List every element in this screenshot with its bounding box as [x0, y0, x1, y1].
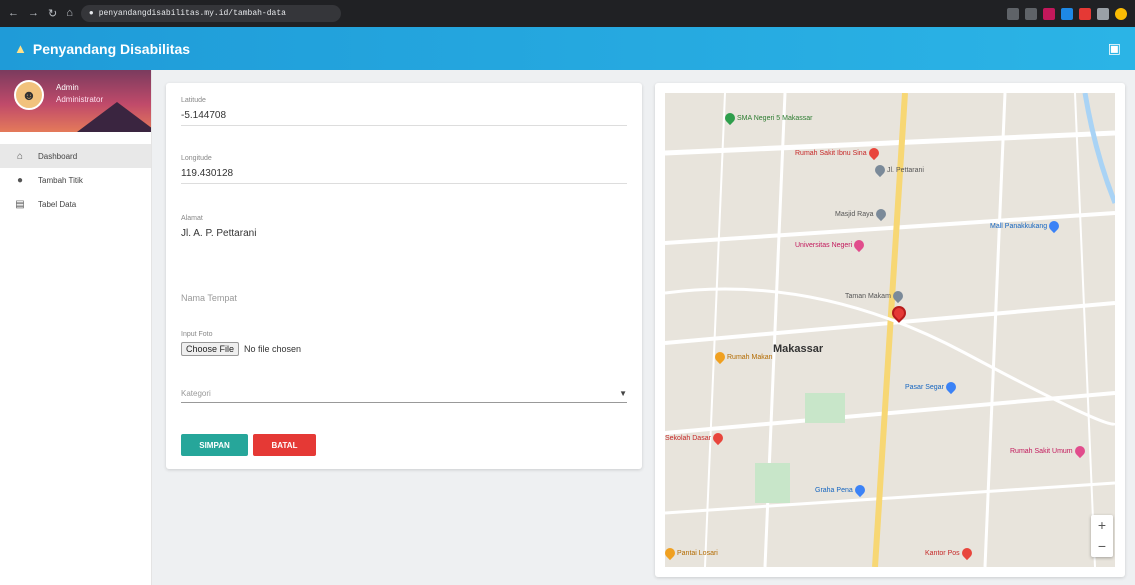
sidebar-item-label: Tambah Titik: [38, 175, 83, 185]
user-profile: ☻ Admin Administrator: [0, 70, 151, 132]
zoom-out-button[interactable]: −: [1098, 536, 1106, 557]
map-poi[interactable]: Masjid Raya: [835, 206, 888, 222]
latitude-input[interactable]: -5.144708: [181, 110, 627, 126]
extension-icon[interactable]: [1025, 7, 1037, 20]
location-pin-icon: ●: [16, 174, 24, 186]
address-bar[interactable]: ● penyandangdisabilitas.my.id/tambah-dat…: [80, 5, 341, 22]
longitude-field[interactable]: Longitude 119.430128: [181, 155, 627, 184]
map-poi[interactable]: Graha Pena: [815, 482, 867, 498]
home-icon: ⌂: [16, 150, 24, 162]
avatar: ☻: [14, 80, 44, 110]
app-header: ▲ Penyandang Disabilitas ▣: [0, 27, 1135, 70]
exit-icon[interactable]: ▣: [1108, 40, 1121, 57]
city-label: Makassar: [773, 343, 824, 355]
map-poi[interactable]: Sekolah Dasar: [665, 430, 725, 446]
cancel-button[interactable]: BATAL: [253, 434, 316, 456]
extension-icon[interactable]: [1043, 7, 1055, 20]
reload-icon[interactable]: ↻: [48, 7, 57, 20]
place-name-field[interactable]: Nama Tempat: [181, 293, 627, 303]
latitude-label: Latitude: [181, 97, 206, 104]
map-poi[interactable]: Jl. Pettarani: [872, 162, 924, 178]
map-poi[interactable]: Rumah Makan: [712, 349, 773, 365]
back-icon[interactable]: ←: [8, 7, 19, 20]
user-name: Admin: [56, 83, 79, 92]
profile-icon[interactable]: [1115, 7, 1127, 20]
sidebar-menu: ⌂ Dashboard ● Tambah Titik ▤ Tabel Data: [0, 144, 151, 216]
extension-icon[interactable]: [1007, 7, 1019, 20]
photo-label: Input Foto: [181, 331, 213, 338]
sidebar: ☻ Admin Administrator ⌂ Dashboard ● Tamb…: [0, 70, 152, 585]
extension-icon[interactable]: [1097, 7, 1109, 20]
extension-icon[interactable]: [1061, 7, 1073, 20]
forward-icon[interactable]: →: [28, 7, 39, 20]
map-poi[interactable]: Mall Panakkukang: [990, 218, 1062, 234]
table-icon: ▤: [15, 198, 25, 210]
map-poi[interactable]: Kantor Pos: [925, 545, 974, 561]
longitude-input[interactable]: 119.430128: [181, 168, 627, 184]
zoom-in-button[interactable]: +: [1098, 515, 1106, 536]
extension-icon[interactable]: [1079, 7, 1091, 20]
fan-icon: ▲: [14, 41, 27, 56]
map-poi[interactable]: Pasar Segar: [905, 379, 958, 395]
category-select[interactable]: Kategori ▼: [181, 389, 627, 403]
sidebar-item-label: Dashboard: [38, 151, 78, 161]
sidebar-item-tambah-titik[interactable]: ● Tambah Titik: [0, 168, 151, 192]
sidebar-item-label: Tabel Data: [38, 199, 77, 209]
map-poi[interactable]: Rumah Sakit Umum: [1010, 443, 1087, 459]
save-button[interactable]: SIMPAN: [181, 434, 248, 456]
place-name-input[interactable]: Nama Tempat: [181, 293, 627, 303]
app-title: Penyandang Disabilitas: [32, 40, 191, 57]
map-poi[interactable]: Universitas Negeri: [795, 237, 867, 253]
extensions-bar: [1007, 7, 1127, 20]
photo-field[interactable]: Input Foto Choose File No file chosen: [181, 331, 627, 356]
map-poi[interactable]: SMA Negeri 5 Makassar: [722, 110, 812, 126]
category-placeholder: Kategori: [181, 389, 211, 398]
sidebar-item-tabel-data[interactable]: ▤ Tabel Data: [0, 192, 151, 216]
address-field[interactable]: Alamat Jl. A. P. Pettarani: [181, 215, 627, 243]
lock-icon: ●: [88, 9, 94, 18]
longitude-label: Longitude: [181, 155, 212, 162]
map-poi[interactable]: Rumah Sakit Ibnu Sina: [795, 145, 881, 161]
home-icon[interactable]: ⌂: [66, 7, 73, 20]
map-poi[interactable]: Taman Makam: [845, 288, 905, 304]
latitude-field[interactable]: Latitude -5.144708: [181, 97, 627, 126]
profile-background-decoration: [77, 102, 151, 132]
form-card: Latitude -5.144708 Longitude 119.430128 …: [166, 83, 642, 469]
zoom-control: + −: [1091, 515, 1113, 557]
choose-file-button[interactable]: Choose File: [181, 342, 240, 356]
map-poi[interactable]: Pantai Losari: [665, 545, 718, 561]
sidebar-item-dashboard[interactable]: ⌂ Dashboard: [0, 144, 151, 168]
chevron-down-icon: ▼: [619, 389, 627, 398]
address-label: Alamat: [181, 215, 203, 222]
browser-nav: ← → ↻ ⌂: [8, 7, 73, 20]
map-view[interactable]: SMA Negeri 5 Makassar Rumah Sakit Ibnu S…: [665, 93, 1115, 567]
url-text: penyandangdisabilitas.my.id/tambah-data: [98, 9, 286, 18]
map-card: SMA Negeri 5 Makassar Rumah Sakit Ibnu S…: [655, 83, 1125, 577]
browser-chrome: ← → ↻ ⌂ ● penyandangdisabilitas.my.id/ta…: [0, 0, 1135, 27]
file-status: No file chosen: [244, 344, 302, 354]
address-input[interactable]: Jl. A. P. Pettarani: [181, 228, 627, 243]
